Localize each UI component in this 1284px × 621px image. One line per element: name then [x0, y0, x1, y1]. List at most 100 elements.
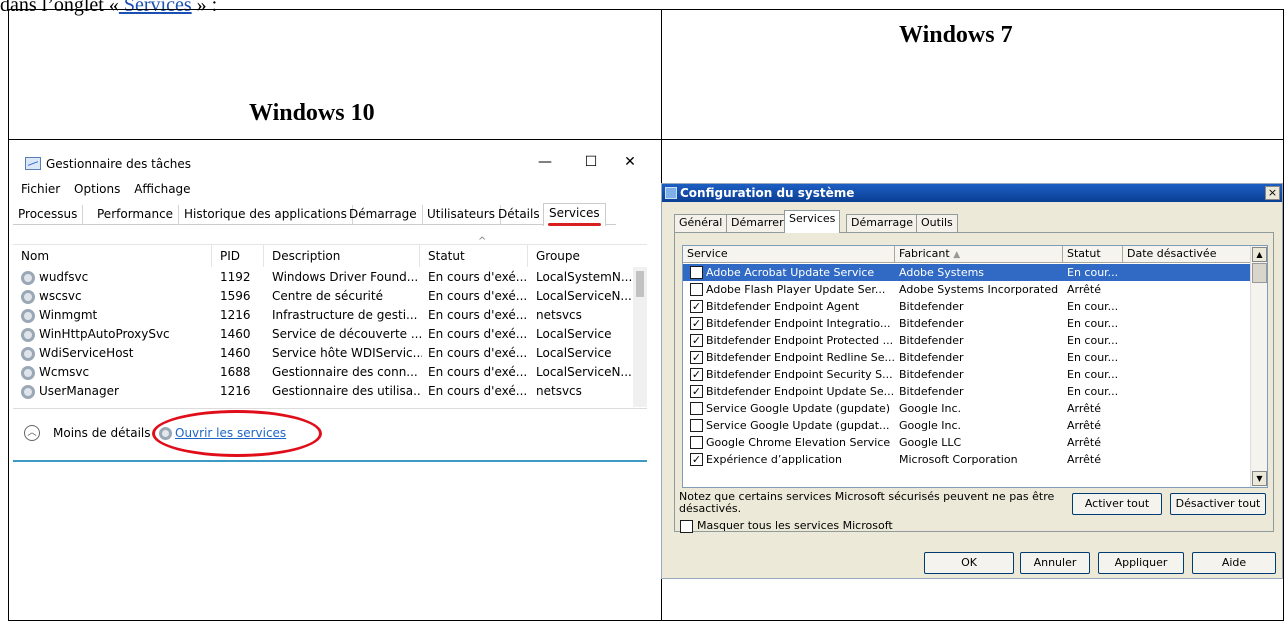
- tab-historique[interactable]: Historique des applications: [179, 205, 353, 225]
- cell-description: Service de découverte ...: [272, 327, 422, 341]
- list-item[interactable]: Adobe Acrobat Update Service Adobe Syste…: [683, 264, 1252, 281]
- task-manager-icon: [25, 157, 41, 170]
- column-header-groupe[interactable]: Groupe: [528, 245, 633, 267]
- list-item[interactable]: Service Google Update (gupdat... Google …: [683, 417, 1252, 434]
- column-header-statut[interactable]: Statut: [1063, 246, 1123, 263]
- column-header-service[interactable]: Service: [683, 246, 895, 263]
- enable-all-button[interactable]: Activer tout: [1072, 493, 1162, 515]
- checkbox[interactable]: ✓: [690, 300, 703, 313]
- list-item[interactable]: ✓ Expérience d’application Microsoft Cor…: [683, 451, 1252, 468]
- cell-service: Bitdefender Endpoint Integratio...: [706, 317, 891, 330]
- list-item[interactable]: Google Chrome Elevation Service Google L…: [683, 434, 1252, 451]
- menu-bar: Fichier Options Affichage: [21, 182, 201, 196]
- menu-options[interactable]: Options: [74, 182, 120, 196]
- help-button[interactable]: Aide: [1192, 552, 1276, 574]
- cell-description: Gestionnaire des utilisa...: [272, 384, 422, 398]
- checkbox[interactable]: ✓: [690, 385, 703, 398]
- checkbox[interactable]: [690, 283, 703, 296]
- ok-button[interactable]: OK: [924, 552, 1014, 574]
- scroll-thumb[interactable]: [636, 271, 644, 297]
- tab-utilisateurs[interactable]: Utilisateurs: [422, 205, 501, 225]
- table-row[interactable]: wscsvc 1596 Centre de sécurité En cours …: [13, 288, 633, 307]
- system-configuration-window: Configuration du système × Général Démar…: [661, 183, 1283, 579]
- column-header-fabricant[interactable]: Fabricant ▲: [895, 246, 1063, 263]
- cell-pid: 1460: [220, 346, 251, 360]
- table-row[interactable]: UserManager 1216 Gestionnaire des utilis…: [13, 383, 633, 402]
- collapse-chevron-icon[interactable]: ︿: [24, 425, 40, 441]
- cell-pid: 1460: [220, 327, 251, 341]
- tab-demarrer[interactable]: Démarrer: [726, 214, 789, 232]
- checkbox[interactable]: ✓: [690, 334, 703, 347]
- hide-microsoft-services[interactable]: Masquer tous les services Microsoft: [680, 519, 893, 533]
- tab-processus[interactable]: Processus: [13, 205, 84, 225]
- tab-outils[interactable]: Outils: [916, 214, 958, 232]
- column-header-pid[interactable]: PID: [212, 245, 264, 267]
- apply-button[interactable]: Appliquer: [1098, 552, 1184, 574]
- cell-status: En cour...: [1067, 317, 1119, 330]
- list-item[interactable]: ✓ Bitdefender Endpoint Protected ... Bit…: [683, 332, 1252, 349]
- table-row[interactable]: Winmgmt 1216 Infrastructure de gesti... …: [13, 307, 633, 326]
- cell-status: En cour...: [1067, 300, 1119, 313]
- checkbox[interactable]: ✓: [690, 368, 703, 381]
- cell-service: Adobe Acrobat Update Service: [706, 266, 875, 279]
- menu-affichage[interactable]: Affichage: [134, 182, 190, 196]
- checkbox[interactable]: ✓: [690, 351, 703, 364]
- column-header-description[interactable]: Description: [264, 245, 420, 267]
- cell-group: netsvcs: [536, 308, 582, 322]
- services-grid: Nom PID Description Statut ^ Groupe wudf…: [13, 236, 647, 407]
- service-gear-icon: [21, 385, 35, 399]
- tab-general[interactable]: Général: [674, 214, 728, 232]
- minimize-button[interactable]: —: [531, 152, 559, 172]
- cell-maker: Bitdefender: [899, 351, 964, 364]
- scroll-thumb[interactable]: [1252, 263, 1267, 283]
- table-row[interactable]: WinHttpAutoProxySvc 1460 Service de déco…: [13, 326, 633, 345]
- cell-description: Windows Driver Found...: [272, 270, 419, 284]
- column-header-nom[interactable]: Nom: [13, 245, 212, 267]
- vertical-scrollbar[interactable]: [633, 267, 647, 407]
- cancel-button[interactable]: Annuler: [1020, 552, 1090, 574]
- highlight-ellipse: [152, 410, 322, 457]
- checkbox[interactable]: [690, 419, 703, 432]
- close-button[interactable]: ×: [1265, 186, 1280, 200]
- list-item[interactable]: ✓ Bitdefender Endpoint Integratio... Bit…: [683, 315, 1252, 332]
- checkbox[interactable]: [690, 266, 703, 279]
- table-row[interactable]: Wcmsvc 1688 Gestionnaire des conn... En …: [13, 364, 633, 383]
- cell-group: LocalService: [536, 327, 612, 341]
- list-item[interactable]: ✓ Bitdefender Endpoint Agent Bitdefender…: [683, 298, 1252, 315]
- column-header-statut[interactable]: Statut: [420, 245, 528, 267]
- less-details-button[interactable]: Moins de détails: [53, 426, 151, 440]
- tab-demarrage[interactable]: Démarrage: [846, 214, 919, 232]
- list-item[interactable]: Adobe Flash Player Update Ser... Adobe S…: [683, 281, 1252, 298]
- cell-status: En cours d'exé...: [428, 346, 528, 360]
- tab-services[interactable]: Services: [543, 203, 606, 226]
- disable-all-button[interactable]: Désactiver tout: [1170, 493, 1266, 515]
- menu-fichier[interactable]: Fichier: [21, 182, 60, 196]
- scroll-down-icon[interactable]: ▼: [1252, 471, 1267, 486]
- maximize-button[interactable]: ☐: [577, 152, 605, 172]
- cell-group: LocalServiceN...: [536, 365, 632, 379]
- column-header-date[interactable]: Date désactivée: [1123, 246, 1252, 263]
- list-item[interactable]: ✓ Bitdefender Endpoint Redline Se... Bit…: [683, 349, 1252, 366]
- title-bar: Gestionnaire des tâches — ☐ ✕: [13, 150, 649, 175]
- list-item[interactable]: ✓ Bitdefender Endpoint Update Se... Bitd…: [683, 383, 1252, 400]
- cell-service: Service Google Update (gupdate): [706, 402, 891, 415]
- scroll-up-icon[interactable]: ▲: [1252, 247, 1267, 262]
- cell-service: Bitdefender Endpoint Redline Se...: [706, 351, 894, 364]
- tab-demarrage[interactable]: Démarrage: [344, 205, 423, 225]
- checkbox[interactable]: [690, 436, 703, 449]
- cell-status: Arrêté: [1067, 283, 1101, 296]
- list-item[interactable]: ✓ Bitdefender Endpoint Security S... Bit…: [683, 366, 1252, 383]
- table-row[interactable]: wudfsvc 1192 Windows Driver Found... En …: [13, 269, 633, 288]
- tab-performance[interactable]: Performance: [92, 205, 180, 225]
- tab-details[interactable]: Détails: [493, 205, 546, 225]
- list-item[interactable]: Service Google Update (gupdate) Google I…: [683, 400, 1252, 417]
- close-button[interactable]: ✕: [616, 152, 644, 172]
- checkbox[interactable]: ✓: [690, 317, 703, 330]
- checkbox[interactable]: [690, 402, 703, 415]
- vertical-scrollbar[interactable]: ▲ ▼: [1250, 246, 1267, 487]
- hide-ms-checkbox[interactable]: [680, 519, 693, 533]
- tab-services[interactable]: Services: [784, 210, 841, 233]
- windows7-heading: Windows 7: [899, 22, 1013, 48]
- table-row[interactable]: WdiServiceHost 1460 Service hôte WDIServ…: [13, 345, 633, 364]
- checkbox[interactable]: ✓: [690, 453, 703, 466]
